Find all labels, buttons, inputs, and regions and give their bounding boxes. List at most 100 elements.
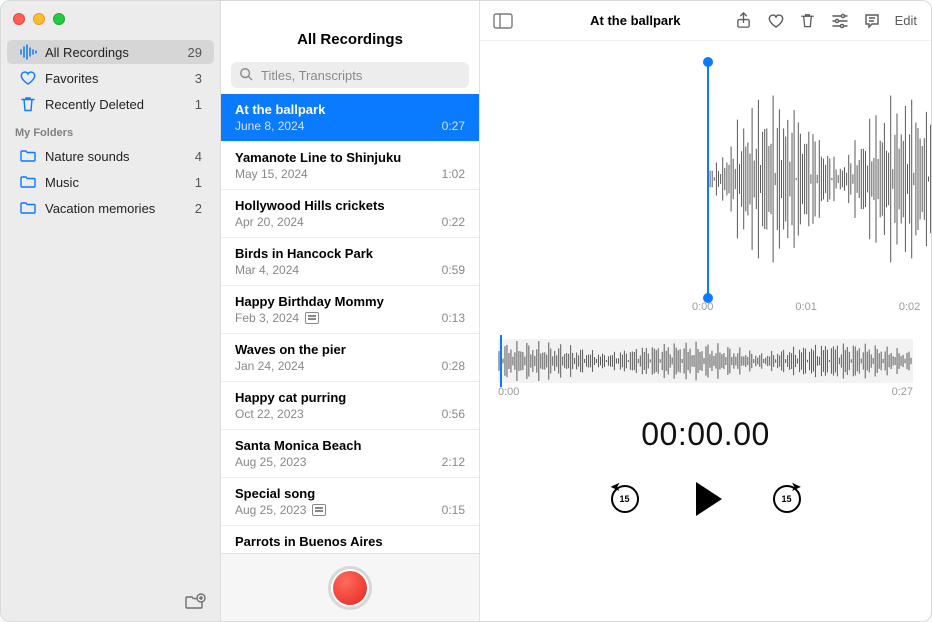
sidebar-item-count: 29 — [188, 45, 202, 60]
recordings-list[interactable]: At the ballparkJune 8, 20240:27Yamanote … — [221, 94, 479, 553]
sidebar-item-label: Vacation memories — [45, 201, 187, 216]
recording-item[interactable]: Waves on the pierJan 24, 20240:28 — [221, 334, 479, 382]
recording-item[interactable]: Hollywood Hills crickets Apr 20, 2024 0:22 — [221, 190, 479, 238]
recording-title[interactable]: At the ballpark — [570, 13, 680, 28]
sidebar: All Recordings 29 Favorites 3 Recently D… — [1, 1, 221, 621]
recording-item[interactable]: At the ballparkJune 8, 20240:27 — [221, 94, 479, 142]
sidebar-item-count: 1 — [195, 97, 202, 112]
recording-item-title: Waves on the pier — [235, 342, 465, 357]
folder-icon — [19, 173, 37, 191]
share-button[interactable] — [735, 12, 753, 30]
record-bar — [221, 553, 479, 621]
recording-item-date: Jan 24, 2024 — [235, 359, 304, 373]
favorite-button[interactable] — [767, 12, 785, 30]
recording-item-title: Special song — [235, 486, 465, 501]
zoom-window-button[interactable] — [53, 13, 65, 25]
recording-item-duration: 0:56 — [442, 407, 465, 421]
waveform-zoom-area[interactable]: 0:00 0:01 0:02 — [480, 49, 931, 329]
skip-forward-15-button[interactable]: 15 ➤ — [770, 482, 804, 516]
minimize-window-button[interactable] — [33, 13, 45, 25]
sidebar-folder-nature-sounds[interactable]: Nature sounds 4 — [7, 144, 214, 168]
recording-item-date: Aug 25, 2023 — [235, 503, 326, 517]
sidebar-folder-vacation-memories[interactable]: Vacation memories 2 — [7, 196, 214, 220]
recording-item-title: Happy Birthday Mommy — [235, 294, 465, 309]
record-button[interactable] — [328, 566, 372, 610]
recording-item[interactable]: Santa Monica BeachAug 25, 20232:12 — [221, 430, 479, 478]
recording-item-duration: 0:13 — [442, 311, 465, 325]
skip-seconds-label: 15 — [619, 494, 629, 504]
record-icon — [333, 571, 367, 605]
zoom-tick: 0:02 — [899, 301, 920, 313]
transcript-button[interactable] — [863, 12, 881, 30]
recording-item-duration: 0:15 — [442, 503, 465, 517]
recordings-list-title: All Recordings — [221, 1, 479, 60]
sidebar-item-label: Favorites — [45, 71, 187, 86]
sidebar-item-count: 2 — [195, 201, 202, 216]
recording-item-title: Yamanote Line to Shinjuku — [235, 150, 465, 165]
delete-button[interactable] — [799, 12, 817, 30]
sidebar-folder-music[interactable]: Music 1 — [7, 170, 214, 194]
overview-end-time: 0:27 — [892, 386, 913, 398]
recording-item-title: Birds in Hancock Park — [235, 246, 465, 261]
folder-icon — [19, 147, 37, 165]
recording-item-title: Santa Monica Beach — [235, 438, 465, 453]
edit-button[interactable]: Edit — [895, 13, 921, 28]
new-folder-button[interactable] — [184, 593, 206, 611]
skip-back-15-button[interactable]: 15 ➤ — [608, 482, 642, 516]
search-field[interactable]: Titles, Transcripts — [231, 62, 469, 88]
waveform-overview-graphic — [498, 339, 913, 383]
recording-item[interactable]: Happy cat purring Oct 22, 2023 0:56 — [221, 382, 479, 430]
play-button[interactable] — [686, 479, 726, 519]
current-time-display: 00:00.00 — [480, 416, 931, 453]
waveform-icon — [19, 43, 37, 61]
sidebar-item-count: 4 — [195, 149, 202, 164]
recording-item-duration: 0:59 — [442, 263, 465, 277]
recording-item[interactable]: Special song Aug 25, 2023 0:15 — [221, 478, 479, 526]
toggle-sidebar-button[interactable] — [490, 13, 516, 29]
recording-item[interactable]: Happy Birthday Mommy Feb 3, 2024 0:13 — [221, 286, 479, 334]
recording-item-date: Apr 20, 2024 — [235, 215, 304, 229]
playhead[interactable] — [707, 61, 709, 297]
window-controls — [1, 9, 220, 39]
recording-item-title: Happy cat purring — [235, 390, 465, 405]
sidebar-item-label: Recently Deleted — [45, 97, 187, 112]
recording-item[interactable]: Yamanote Line to Shinjuku May 15, 2024 1:0… — [221, 142, 479, 190]
sidebar-item-count: 3 — [195, 71, 202, 86]
waveform-overview[interactable] — [498, 339, 913, 383]
sidebar-item-label: All Recordings — [45, 45, 180, 60]
sidebar-favorites[interactable]: Favorites 3 — [7, 66, 214, 90]
voice-memos-window: All Recordings 29 Favorites 3 Recently D… — [0, 0, 932, 622]
overview-playhead[interactable] — [500, 335, 502, 387]
recording-item-date: June 8, 2024 — [235, 119, 304, 133]
zoom-tick: 0:01 — [795, 301, 816, 313]
playhead-handle-top[interactable] — [703, 57, 713, 67]
folder-icon — [19, 199, 37, 217]
zoom-time-axis: 0:00 0:01 0:02 — [480, 301, 931, 313]
recording-item-duration: 1:02 — [442, 167, 465, 181]
recording-item-duration: 0:22 — [442, 215, 465, 229]
sidebar-all-recordings[interactable]: All Recordings 29 — [7, 40, 214, 64]
playback-settings-button[interactable] — [831, 12, 849, 30]
recording-item-date: Oct 22, 2023 — [235, 407, 304, 421]
sidebar-item-count: 1 — [195, 175, 202, 190]
recording-item[interactable]: Parrots in Buenos Aires — [221, 526, 479, 553]
recording-item-title: At the ballpark — [235, 102, 465, 117]
skip-seconds-label: 15 — [781, 494, 791, 504]
sidebar-item-label: Nature sounds — [45, 149, 187, 164]
search-placeholder: Titles, Transcripts — [261, 68, 362, 83]
sidebar-recently-deleted[interactable]: Recently Deleted 1 — [7, 92, 214, 116]
recording-item-date: Feb 3, 2024 — [235, 311, 319, 325]
waveform-zoom — [480, 79, 931, 279]
transcript-icon — [312, 504, 326, 516]
recording-item-date: May 15, 2024 — [235, 167, 308, 181]
playback-controls: 15 ➤ 15 ➤ — [480, 479, 931, 519]
recording-item-title: Hollywood Hills crickets — [235, 198, 465, 213]
transcript-icon — [305, 312, 319, 324]
trash-icon — [19, 95, 37, 113]
close-window-button[interactable] — [13, 13, 25, 25]
detail-column: At the ballpark Edit — [480, 1, 931, 621]
search-icon — [239, 67, 255, 83]
toolbar: At the ballpark Edit — [480, 1, 931, 41]
recording-item[interactable]: Birds in Hancock ParkMar 4, 20240:59 — [221, 238, 479, 286]
heart-icon — [19, 69, 37, 87]
